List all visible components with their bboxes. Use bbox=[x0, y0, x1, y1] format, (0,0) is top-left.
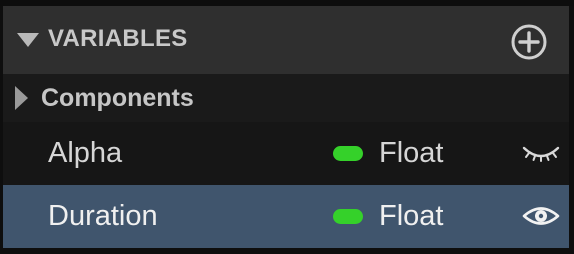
float-type-pill-icon[interactable] bbox=[333, 146, 363, 161]
variables-panel: VARIABLES Components Alpha Float Duratio… bbox=[0, 0, 574, 254]
float-type-pill-icon[interactable] bbox=[333, 209, 363, 224]
right-border bbox=[569, 6, 574, 254]
eye-open-icon[interactable] bbox=[521, 199, 561, 233]
left-border bbox=[0, 6, 3, 254]
eye-closed-icon[interactable] bbox=[521, 136, 561, 170]
add-variable-icon[interactable] bbox=[510, 23, 548, 61]
collapse-triangle-icon[interactable] bbox=[17, 33, 39, 47]
variable-name: Alpha bbox=[48, 137, 123, 169]
category-label: Components bbox=[41, 84, 194, 112]
variable-type[interactable]: Float bbox=[379, 136, 443, 170]
variable-name: Duration bbox=[48, 200, 158, 232]
category-components[interactable]: Components bbox=[3, 74, 569, 122]
variable-type[interactable]: Float bbox=[379, 199, 443, 233]
variables-section-header[interactable]: VARIABLES bbox=[3, 6, 569, 74]
section-title: VARIABLES bbox=[48, 25, 188, 52]
bottom-border bbox=[0, 248, 574, 254]
variable-row-duration[interactable]: Duration Float bbox=[3, 185, 569, 248]
expand-triangle-icon[interactable] bbox=[15, 86, 28, 110]
variable-row-alpha[interactable]: Alpha Float bbox=[3, 122, 569, 185]
